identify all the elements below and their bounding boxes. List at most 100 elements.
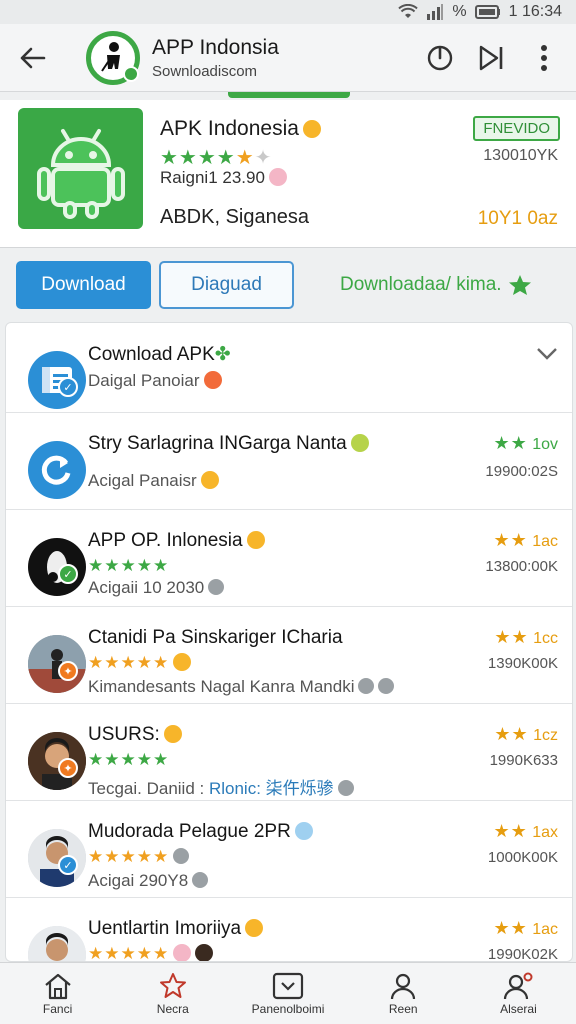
list-item[interactable]: ✦ Ctanidi Pa Sinskariger ICharia ★★★★★ K…: [6, 607, 572, 704]
puzzle-icon: ✤: [214, 344, 231, 365]
list-item[interactable]: Stry Sarlagrina INGarga Nanta Acigal Pan…: [6, 413, 572, 510]
list-item-rating: ★★ 1ov: [493, 433, 558, 453]
emoji-icon: [246, 531, 265, 549]
list-item-title: Ctanidi Pa Sinskariger ICharia: [88, 627, 343, 648]
list-item[interactable]: ✓ Cownload APK✤ Daigal Panoiar: [6, 323, 572, 413]
nav-label: Fanci: [42, 1001, 73, 1016]
list-item-title: Cownload APK✤: [88, 344, 231, 365]
list-item-stars: ★★★★★: [88, 944, 214, 961]
list-item-size: 1000K00K: [487, 849, 558, 866]
list-item-stars: ★★★★★: [88, 556, 170, 575]
info-badge-icon: [192, 872, 209, 888]
nav-label: Reen: [388, 1001, 418, 1016]
list-item[interactable]: Uentlartin Imoriiya ★★★★★ ★★ 1ac 1990K02…: [6, 898, 572, 962]
wifi-icon: [398, 4, 419, 20]
chevron-down-icon[interactable]: [536, 347, 558, 366]
list-item-size: 13800:00K: [485, 558, 558, 575]
list-item-stars: ★★★★★: [88, 750, 170, 769]
featured-rating-text: Raigni1 23.90: [160, 168, 287, 188]
list-item-size: 1390K00K: [487, 655, 558, 672]
star-icon: [159, 972, 186, 998]
list-item-title: USURS:: [88, 724, 182, 746]
back-button[interactable]: [0, 24, 64, 92]
android-icon: [18, 108, 143, 229]
featured-size: 130010YK: [483, 147, 558, 164]
app-logo: [86, 30, 140, 85]
info-badge-icon: [337, 780, 354, 796]
secondary-button[interactable]: Diaguad: [159, 261, 294, 309]
list-item[interactable]: ✓ APP OP. Inlonesia ★★★★★ Acigaii 10 203…: [6, 510, 572, 607]
emoji-icon: [200, 471, 219, 489]
more-options-button[interactable]: [522, 36, 566, 80]
star-icon: [508, 275, 531, 295]
emoji-icon: [350, 434, 369, 452]
avatar-mini-icon: [195, 944, 214, 961]
list-item-size: 1990K02K: [487, 946, 558, 962]
skip-button[interactable]: [470, 36, 514, 80]
nav-label: Panenolboimi: [251, 1001, 325, 1016]
nav-item-favorites[interactable]: Necra: [115, 963, 230, 1024]
battery-percent: %: [452, 3, 467, 20]
featured-app-name: APK Indonesia: [160, 117, 321, 141]
list-item-rating: ★★ 1ax: [493, 821, 558, 841]
document-app-icon: [28, 351, 86, 409]
list-item-rating: ★★ 1cc: [494, 627, 558, 647]
list-item-title: Stry Sarlagrina INGarga Nanta: [88, 433, 369, 455]
info-badge-icon: [378, 678, 395, 694]
check-badge-icon: ✓: [58, 855, 78, 875]
list-item-title: Uentlartin Imoriiya: [88, 918, 264, 940]
list-item-stars: ★★★★★: [88, 847, 190, 867]
list-item[interactable]: ✦ USURS: ★★★★★ Tecgai. Daniid : Rlonic: …: [6, 704, 572, 801]
emoji-icon: [163, 725, 182, 743]
new-badge: FNEVIDO: [473, 116, 560, 141]
list-item-subtitle: Acigai 290Y8: [88, 871, 209, 891]
more-vert-icon: [541, 44, 547, 71]
emoji-icon: [203, 371, 222, 389]
signal-icon: [426, 4, 444, 20]
list-item-subtitle: Acigal Panaisr: [88, 471, 219, 491]
power-icon: [427, 45, 453, 70]
nav-item-home[interactable]: Fanci: [0, 963, 115, 1024]
photo-avatar: [28, 926, 86, 961]
featured-app-card[interactable]: APK Indonesia ★★★★★✦ Raigni1 23.90 ABDK,…: [0, 100, 576, 248]
download-link[interactable]: Downloadaa/ kima.: [340, 274, 532, 296]
flame-badge-icon: ✦: [58, 661, 78, 681]
list-item[interactable]: ✓ Mudorada Pelague 2PR ★★★★★ Acigai 290Y…: [6, 801, 572, 898]
info-badge-icon: [208, 579, 225, 595]
app-list: ✓ Cownload APK✤ Daigal Panoiar Stry Sarl…: [5, 322, 573, 962]
verified-badge-icon: [123, 65, 139, 82]
bottom-navigation: Fanci Necra Panenolboimi Reen Alserai: [0, 962, 576, 1024]
app-avatar: [28, 538, 86, 596]
skip-next-icon: [479, 45, 503, 70]
power-button[interactable]: [418, 36, 462, 80]
list-item-title: Mudorada Pelague 2PR: [88, 821, 313, 843]
emoji-icon: [268, 168, 287, 186]
photo-avatar: [28, 829, 86, 887]
status-bar: % 1 16:34: [0, 0, 576, 24]
list-item-rating: ★★ 1cz: [494, 724, 558, 744]
nav-item-downloads[interactable]: Panenolboimi: [230, 963, 345, 1024]
app-bar: APP Indonsia Sownloadiscom: [0, 24, 576, 92]
person-alert-icon: [504, 972, 533, 999]
list-item-subtitle: Daigal Panoiar: [88, 371, 222, 391]
list-item-subtitle: Acigaii 10 2030: [88, 578, 225, 598]
clock: 1 16:34: [508, 3, 562, 20]
list-item-size: 1990K633: [489, 752, 558, 769]
battery-icon: [474, 5, 501, 19]
list-item-rating: ★★ 1ac: [493, 918, 558, 938]
nav-label: Alserai: [500, 1001, 537, 1016]
emoji-icon: [173, 653, 192, 671]
nav-item-alerts[interactable]: Alserai: [461, 963, 576, 1024]
nav-item-profile[interactable]: Reen: [346, 963, 461, 1024]
list-item-title: APP OP. Inlonesia: [88, 530, 265, 552]
info-badge-icon: [358, 678, 375, 694]
download-button[interactable]: Download: [16, 261, 151, 309]
list-item-subtitle: Tecgai. Daniid : Rlonic: 柒仵烁骖: [88, 774, 354, 799]
download-link-label: Downloadaa/ kima.: [340, 274, 502, 295]
person-icon: [391, 973, 416, 999]
list-item-subtitle: Kimandesants Nagal Kanra Mandki: [88, 677, 395, 697]
active-tab-indicator: [228, 92, 350, 98]
app-title: APP Indonsia: [152, 35, 279, 59]
emoji-icon: [173, 944, 192, 961]
featured-rating-stars: ★★★★★✦: [160, 147, 273, 169]
